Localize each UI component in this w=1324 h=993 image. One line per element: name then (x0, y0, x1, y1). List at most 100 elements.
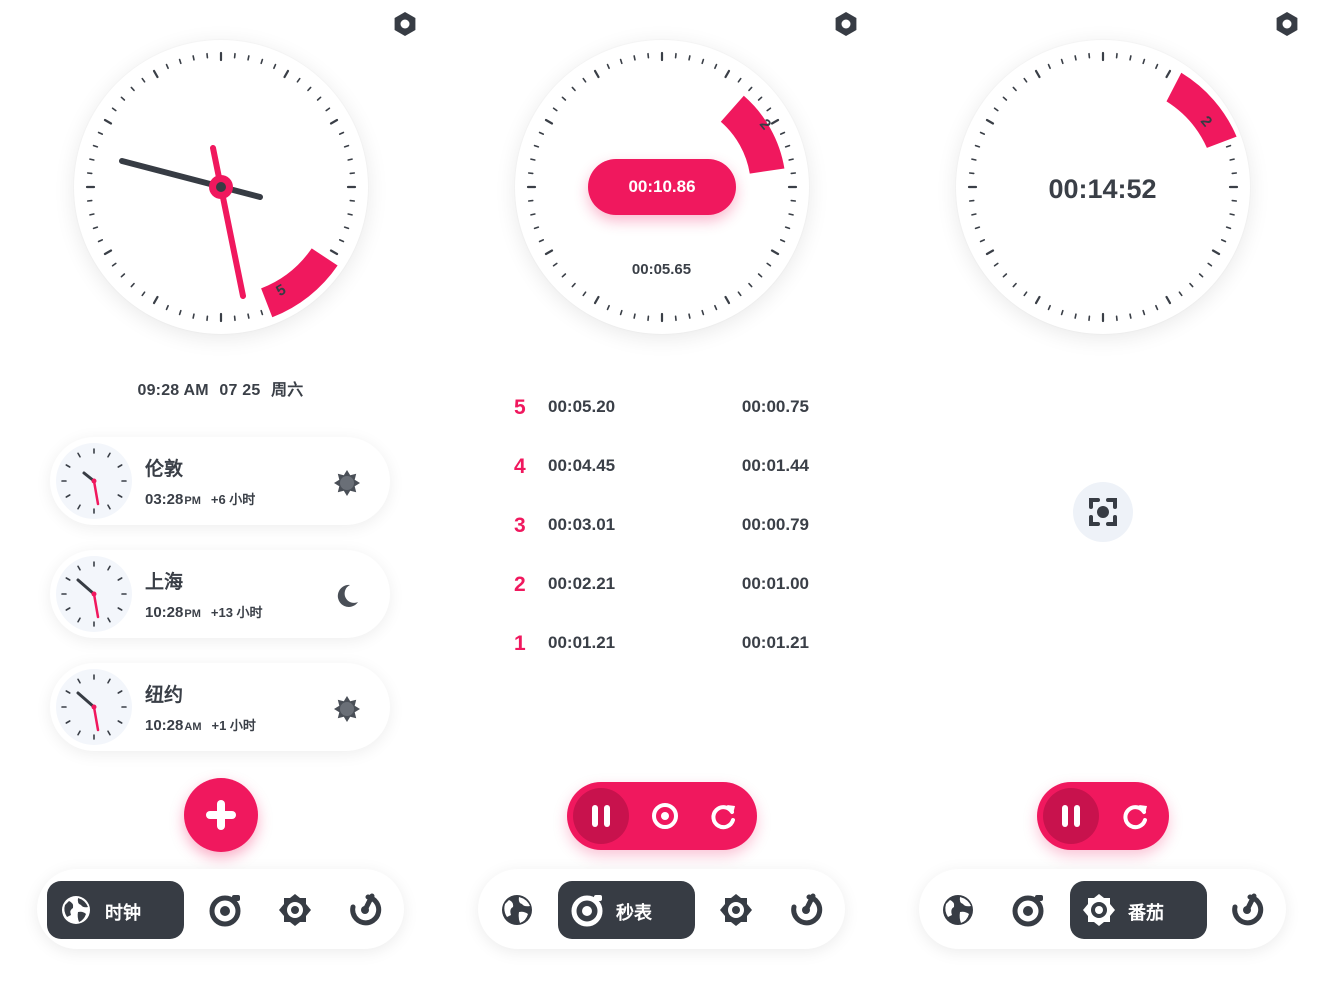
mini-center (91, 704, 97, 710)
mini-tick (107, 730, 111, 736)
countdown-icon[interactable] (1230, 893, 1264, 927)
moon-icon (337, 584, 358, 607)
lap-total: 00:02.21 (548, 574, 616, 593)
settings-icon[interactable] (1274, 11, 1300, 37)
mini-tick (117, 690, 123, 694)
nav-stopwatch[interactable]: 秒表 (558, 881, 695, 939)
lap-split: 00:01.44 (741, 456, 809, 475)
mini-tick (77, 730, 81, 736)
lap-split: 00:00.75 (741, 397, 809, 416)
stopwatch-lap-time: 00:05.65 (631, 261, 692, 278)
nav-label: 时钟 (105, 903, 141, 923)
mini-tick (65, 494, 71, 498)
pause-button[interactable] (1043, 788, 1099, 844)
mini-tick (107, 504, 111, 510)
current-weekday: 周六 (271, 382, 304, 399)
city-ampm: PM (184, 608, 201, 620)
city-time-value: 03:28 (145, 491, 184, 508)
lap-row: 5 00:05.20 00:00.75 (441, 396, 882, 427)
city-offset: +13 小时 (210, 605, 263, 620)
sun-icon (334, 696, 360, 722)
lap-row: 1 00:01.21 00:01.21 (441, 632, 882, 663)
mini-center (91, 591, 97, 597)
timer-icon[interactable] (719, 893, 753, 927)
timer-icon (1083, 894, 1115, 926)
globe-icon[interactable] (500, 893, 534, 927)
pomodoro-time: 00:14:52 (1048, 174, 1157, 204)
mini-tick (117, 494, 123, 498)
pomodoro-controls (1037, 782, 1169, 850)
lap-row: 2 00:02.21 00:01.00 (441, 573, 882, 604)
current-date: 07 25 (219, 382, 261, 399)
city-time-value: 10:28 (145, 604, 184, 621)
pause-icon (592, 805, 610, 827)
reset-button[interactable] (707, 800, 739, 832)
city-time: 10:28AM +1 小时 (145, 715, 256, 734)
globe-icon[interactable] (941, 893, 975, 927)
reset-button[interactable] (1119, 800, 1151, 832)
clock-panel: 5 09:28 AM 07 25 周六 伦敦 03:28PM +6 小时 上海 1… (0, 0, 441, 993)
globe-icon (62, 896, 90, 924)
pause-button[interactable] (573, 788, 629, 844)
plus-icon (206, 800, 236, 830)
countdown-icon[interactable] (789, 893, 823, 927)
lap-total: 00:01.21 (548, 633, 616, 652)
stopwatch-icon[interactable] (208, 893, 242, 927)
city-offset: +1 小时 (211, 718, 256, 733)
lap-number: 4 (514, 455, 526, 478)
mini-clock (56, 443, 132, 519)
mini-tick (65, 577, 71, 581)
stopwatch-controls (567, 782, 757, 850)
focus-mode-button[interactable] (1073, 482, 1133, 542)
lap-split: 00:01.00 (741, 574, 809, 593)
settings-icon[interactable] (833, 11, 859, 37)
mini-tick (65, 607, 71, 611)
mini-hour-hand (76, 691, 96, 709)
mini-center (91, 478, 97, 484)
stopwatch-icon[interactable] (1011, 893, 1045, 927)
lap-row: 4 00:04.45 00:01.44 (441, 455, 882, 486)
analog-clock-dial: 5 (74, 40, 368, 334)
lap-number: 2 (514, 573, 526, 596)
lap-split: 00:00.79 (741, 515, 809, 534)
city-ampm: PM (184, 495, 201, 507)
mini-tick (107, 678, 111, 684)
lap-row: 3 00:03.01 00:00.79 (441, 514, 882, 545)
mini-minute-hand (92, 592, 100, 619)
mini-tick (117, 720, 123, 724)
city-offset: +6 小时 (210, 492, 256, 507)
city-time-value: 10:28 (145, 717, 184, 734)
nav-pomodoro[interactable]: 番茄 (1070, 881, 1207, 939)
pause-icon (1062, 805, 1080, 827)
mini-tick (117, 607, 123, 611)
city-card-london[interactable]: 伦敦 03:28PM +6 小时 (50, 437, 390, 525)
current-time: 09:28 AM (137, 382, 209, 399)
stopwatch-main-time: 00:10.86 (588, 159, 736, 215)
settings-icon[interactable] (392, 11, 418, 37)
mini-clock (56, 556, 132, 632)
add-city-button[interactable] (184, 778, 258, 852)
timer-icon[interactable] (278, 893, 312, 927)
city-card-shanghai[interactable]: 上海 10:28PM +13 小时 (50, 550, 390, 638)
mini-clock (56, 669, 132, 745)
city-ampm: AM (184, 721, 202, 733)
lap-flag-button[interactable] (649, 800, 681, 832)
mini-tick (65, 690, 71, 694)
mini-minute-hand (92, 479, 100, 506)
lap-number: 1 (514, 632, 526, 655)
clock-hands (119, 145, 338, 318)
bottom-nav: 番茄 (919, 869, 1286, 949)
mini-tick (65, 720, 71, 724)
mini-tick (77, 504, 81, 510)
lap-total: 00:05.20 (548, 397, 616, 416)
countdown-icon[interactable] (348, 893, 382, 927)
mini-tick (117, 464, 123, 468)
mini-tick (107, 617, 111, 623)
city-card-newyork[interactable]: 纽约 10:28AM +1 小时 (50, 663, 390, 751)
lap-total: 00:03.01 (548, 515, 616, 534)
sun-icon (334, 470, 360, 496)
mini-tick (65, 464, 71, 468)
mini-minute-hand (92, 705, 100, 732)
mini-tick (107, 452, 111, 458)
nav-clock[interactable]: 时钟 (47, 881, 184, 939)
